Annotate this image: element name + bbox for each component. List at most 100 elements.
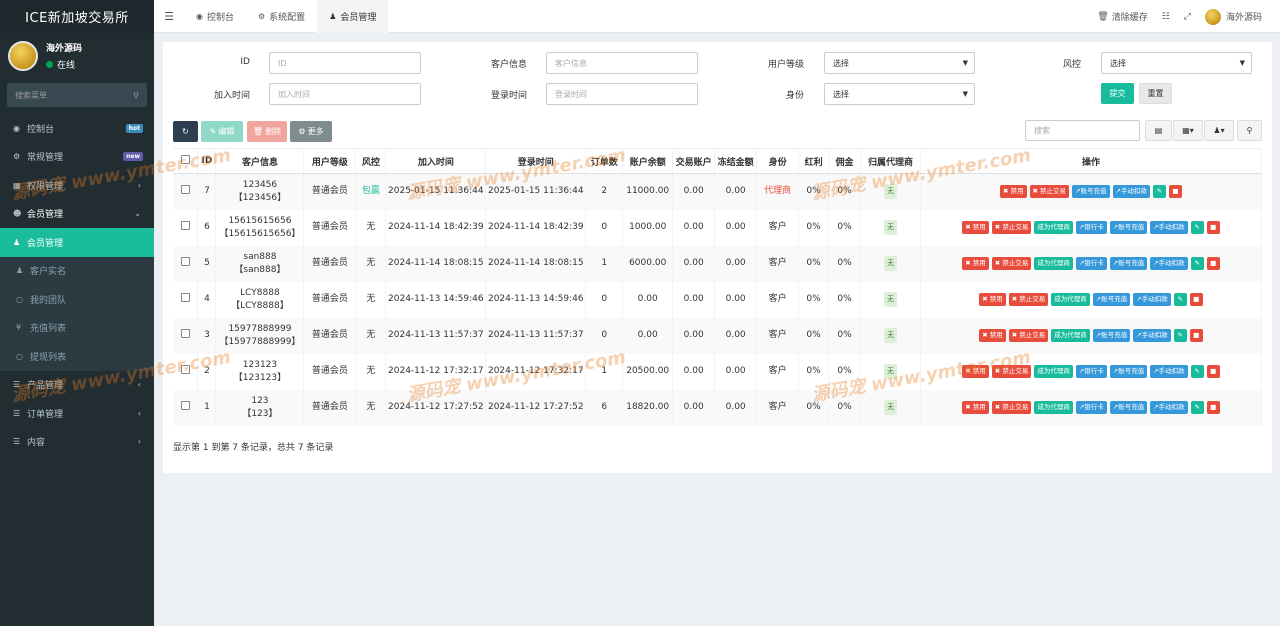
edit-row-button[interactable]: ✎ bbox=[1152, 185, 1166, 199]
ban-button[interactable]: ✖ 禁用 bbox=[979, 329, 1006, 342]
column-header[interactable]: 佣金 bbox=[828, 148, 862, 174]
sidebar-item-dashboard[interactable]: ◉ 控制台 hot bbox=[0, 114, 154, 143]
make-agent-button[interactable]: 成为代理商 bbox=[1034, 365, 1073, 378]
make-agent-button[interactable]: 成为代理商 bbox=[1051, 293, 1090, 306]
refresh-button[interactable]: ↻ bbox=[173, 121, 198, 142]
make-agent-button[interactable]: 成为代理商 bbox=[1034, 257, 1073, 270]
deduct-button[interactable]: ↗ 手动扣款 bbox=[1150, 365, 1188, 378]
bank-card-button[interactable]: ↗ 银行卡 bbox=[1075, 365, 1107, 378]
submit-button[interactable]: 提交 bbox=[1101, 83, 1134, 104]
row-checkbox[interactable] bbox=[173, 317, 199, 354]
no-trade-button[interactable]: ✖ 禁止交易 bbox=[991, 257, 1032, 270]
app-title[interactable]: ICE新加坡交易所 bbox=[0, 0, 154, 33]
row-checkbox[interactable] bbox=[173, 389, 199, 426]
column-header[interactable]: 用户等级 bbox=[303, 148, 357, 174]
delete-row-button[interactable]: ■ bbox=[1206, 257, 1220, 270]
ban-button[interactable]: ✖ 禁用 bbox=[962, 401, 989, 414]
sidebar-item-orders[interactable]: ☰ 订单管理 ‹ bbox=[0, 399, 154, 428]
column-header[interactable]: 账户余额 bbox=[622, 148, 674, 174]
clear-cache-button[interactable]: 🗑 清除缓存 bbox=[1097, 10, 1147, 24]
no-trade-button[interactable]: ✖ 禁止交易 bbox=[991, 221, 1032, 234]
edit-row-button[interactable]: ✎ bbox=[1190, 401, 1204, 414]
edit-row-button[interactable]: ✎ bbox=[1173, 293, 1187, 306]
language-icon[interactable]: ☷ bbox=[1162, 12, 1170, 22]
sidebar-item-permissions[interactable]: ▦ 权限管理 ‹ bbox=[0, 171, 154, 200]
advanced-search-icon[interactable]: ⚲ bbox=[1237, 120, 1262, 141]
row-checkbox[interactable] bbox=[173, 245, 199, 282]
column-header[interactable]: 归属代理商 bbox=[860, 148, 921, 174]
export-icon[interactable]: ♟▾ bbox=[1204, 120, 1234, 141]
filter-info-input[interactable]: 客户信息 bbox=[546, 52, 698, 74]
columns-icon[interactable]: ▦▾ bbox=[1173, 120, 1203, 141]
bank-card-button[interactable]: ↗ 银行卡 bbox=[1075, 257, 1107, 270]
make-agent-button[interactable]: 成为代理商 bbox=[1051, 329, 1090, 342]
column-header[interactable]: ID bbox=[197, 148, 217, 174]
column-header[interactable]: 冻结金额 bbox=[714, 148, 758, 174]
deduct-button[interactable]: ↗ 手动扣款 bbox=[1112, 185, 1150, 199]
ban-button[interactable]: ✖ 禁用 bbox=[962, 257, 989, 270]
deduct-button[interactable]: ↗ 手动扣款 bbox=[1133, 293, 1171, 306]
filter-login-input[interactable]: 登录时间 bbox=[546, 83, 698, 105]
recharge-button[interactable]: ↗ 账号充值 bbox=[1109, 257, 1148, 270]
deduct-button[interactable]: ↗ 手动扣款 bbox=[1150, 221, 1188, 234]
table-row[interactable]: 3 15977888999 【15977888999】 普通会员无 2024-11-13… bbox=[173, 317, 1263, 354]
sidebar-item-member-manage[interactable]: ♟ 会员管理 bbox=[0, 228, 154, 257]
column-header[interactable]: 加入时间 bbox=[385, 148, 487, 174]
delete-row-button[interactable]: ■ bbox=[1206, 401, 1220, 414]
make-agent-button[interactable]: 成为代理商 bbox=[1034, 401, 1073, 414]
no-trade-button[interactable]: ✖ 禁止交易 bbox=[1029, 185, 1070, 199]
delete-row-button[interactable]: ■ bbox=[1206, 365, 1220, 378]
row-checkbox[interactable] bbox=[173, 281, 199, 318]
row-checkbox[interactable] bbox=[173, 353, 199, 390]
ban-button[interactable]: ✖ 禁用 bbox=[979, 293, 1006, 306]
column-header[interactable]: 红利 bbox=[798, 148, 830, 174]
delete-row-button[interactable]: ■ bbox=[1189, 293, 1203, 306]
column-header[interactable]: 客户信息 bbox=[215, 148, 305, 174]
filter-id-input[interactable]: ID bbox=[269, 52, 421, 74]
filter-identity-select[interactable]: 选择 ▼ bbox=[824, 83, 975, 105]
delete-row-button[interactable]: ■ bbox=[1189, 329, 1203, 342]
table-row[interactable]: 5 san888 【san888】 普通会员无 2024-11-14 18:08:15 2… bbox=[173, 245, 1263, 282]
recharge-button[interactable]: ↗ 账号充值 bbox=[1092, 293, 1131, 306]
edit-row-button[interactable]: ✎ bbox=[1173, 329, 1187, 342]
column-header[interactable]: 身份 bbox=[756, 148, 800, 174]
recharge-button[interactable]: ↗ 账号充值 bbox=[1109, 221, 1148, 234]
sidebar-item-realname[interactable]: ♟ 客户实名 bbox=[0, 256, 154, 285]
top-user-menu[interactable]: 海外源码 bbox=[1204, 8, 1262, 25]
filter-risk-select[interactable]: 选择 ▼ bbox=[1101, 52, 1252, 74]
filter-join-input[interactable]: 加入时间 bbox=[269, 83, 421, 105]
delete-row-button[interactable]: ■ bbox=[1206, 221, 1220, 234]
deduct-button[interactable]: ↗ 手动扣款 bbox=[1150, 401, 1188, 414]
sidebar-item-withdraw[interactable]: ○ 提现列表 bbox=[0, 342, 154, 371]
edit-button[interactable]: ✎ 编辑 bbox=[201, 121, 243, 142]
table-row[interactable]: 4 LCY8888 【LCY8888】 普通会员无 2024-11-13 14:59:4… bbox=[173, 281, 1263, 318]
column-header[interactable]: 交易账户 bbox=[672, 148, 716, 174]
edit-row-button[interactable]: ✎ bbox=[1190, 221, 1204, 234]
filter-level-select[interactable]: 选择 ▼ bbox=[824, 52, 975, 74]
column-header[interactable]: 登录时间 bbox=[485, 148, 587, 174]
no-trade-button[interactable]: ✖ 禁止交易 bbox=[1008, 293, 1049, 306]
recharge-button[interactable]: ↗ 账号充值 bbox=[1109, 401, 1148, 414]
sidebar-item-members[interactable]: ☻ 会员管理 ⌄ bbox=[0, 200, 154, 229]
ban-button[interactable]: ✖ 禁用 bbox=[962, 365, 989, 378]
table-search-input[interactable]: 搜索 bbox=[1025, 120, 1140, 141]
row-checkbox[interactable] bbox=[173, 173, 199, 210]
column-header[interactable]: 风控 bbox=[355, 148, 387, 174]
table-row[interactable]: 1 123 【123】 普通会员无 2024-11-12 17:27:52 2024-11… bbox=[173, 389, 1263, 426]
bank-card-button[interactable]: ↗ 银行卡 bbox=[1075, 221, 1107, 234]
row-checkbox[interactable] bbox=[173, 209, 199, 246]
tab-member-manage[interactable]: ♟ 会员管理 bbox=[317, 0, 389, 33]
more-button[interactable]: ⚙ 更多 bbox=[290, 121, 332, 142]
bank-card-button[interactable]: ↗ 银行卡 bbox=[1075, 401, 1107, 414]
table-row[interactable]: 7 123456 【123456】 普通会员 包赢 2025-01-15 11:36:44… bbox=[173, 173, 1263, 210]
sidebar-item-content[interactable]: ☰ 内容 ‹ bbox=[0, 428, 154, 457]
fullscreen-icon[interactable]: ⤢ bbox=[1184, 12, 1191, 22]
tab-system-config[interactable]: ⚙ 系统配置 bbox=[246, 0, 317, 33]
recharge-button[interactable]: ↗ 账号充值 bbox=[1072, 185, 1110, 199]
no-trade-button[interactable]: ✖ 禁止交易 bbox=[991, 401, 1032, 414]
sidebar-item-products[interactable]: ☰ 产品管理 ‹ bbox=[0, 371, 154, 400]
recharge-button[interactable]: ↗ 账号充值 bbox=[1109, 365, 1148, 378]
edit-row-button[interactable]: ✎ bbox=[1190, 365, 1204, 378]
sidebar-search-input[interactable]: 搜索菜单 ⚲ bbox=[7, 83, 147, 107]
tab-dashboard[interactable]: ◉ 控制台 bbox=[184, 0, 246, 33]
